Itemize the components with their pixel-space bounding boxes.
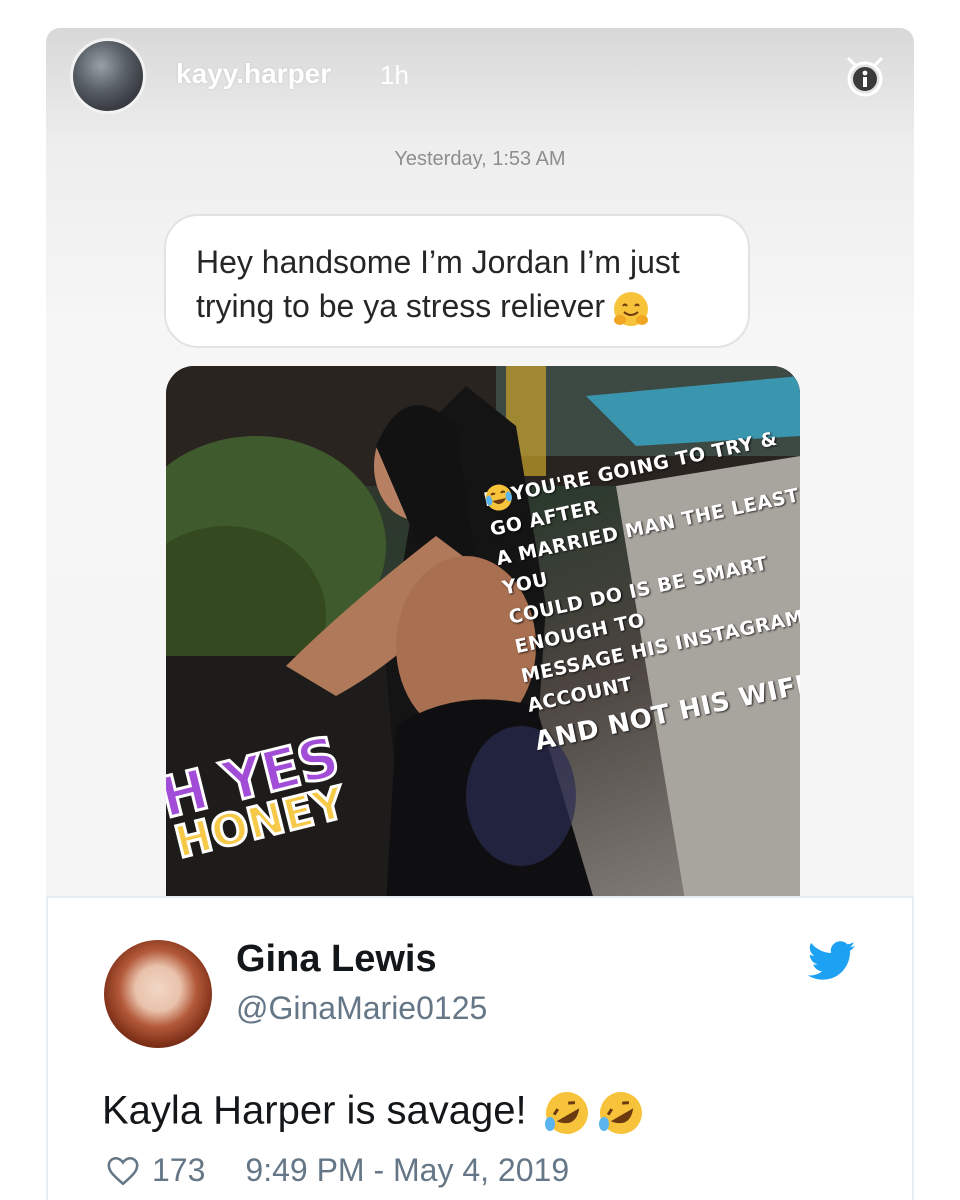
message-line-2-text: trying to be ya stress reliever — [196, 288, 606, 324]
heart-icon[interactable] — [106, 1155, 140, 1187]
tweet-author-name[interactable]: Gina Lewis — [236, 938, 437, 981]
message-timestamp: Yesterday, 1:53 AM — [394, 148, 566, 170]
hugging-face-icon — [614, 291, 649, 326]
rolling-laughing-icon — [544, 1092, 588, 1134]
rolling-laughing-icon — [598, 1092, 642, 1134]
story-time-ago: 1h — [380, 60, 409, 90]
tweet-datetime[interactable]: 9:49 PM - May 4, 2019 — [245, 1152, 569, 1189]
tweet-avatar[interactable] — [104, 940, 212, 1048]
tweet-text: Kayla Harper is savage! — [102, 1088, 646, 1138]
message-bubble: Hey handsome I’m Jordan I’m just trying … — [164, 214, 750, 348]
story-avatar[interactable] — [70, 38, 146, 114]
story-username[interactable]: kayy.harper — [176, 58, 331, 90]
tweet-author-handle[interactable]: @GinaMarie0125 — [236, 990, 487, 1027]
tweet-card[interactable]: Gina Lewis @GinaMarie0125 Kayla Harper i… — [46, 896, 914, 1200]
story-photo: If you're going to try & go after a marr… — [166, 366, 800, 906]
message-line-2: trying to be ya stress reliever — [196, 284, 718, 329]
twitter-bird-icon[interactable] — [808, 940, 856, 982]
tears-of-joy-icon — [485, 484, 512, 511]
tweet-meta: 173 9:49 PM - May 4, 2019 — [106, 1152, 569, 1189]
like-count[interactable]: 173 — [152, 1152, 205, 1189]
info-icon[interactable] — [842, 54, 888, 100]
tweet-text-content: Kayla Harper is savage! — [102, 1088, 527, 1133]
message-line-1: Hey handsome I’m Jordan I’m just — [196, 244, 680, 280]
